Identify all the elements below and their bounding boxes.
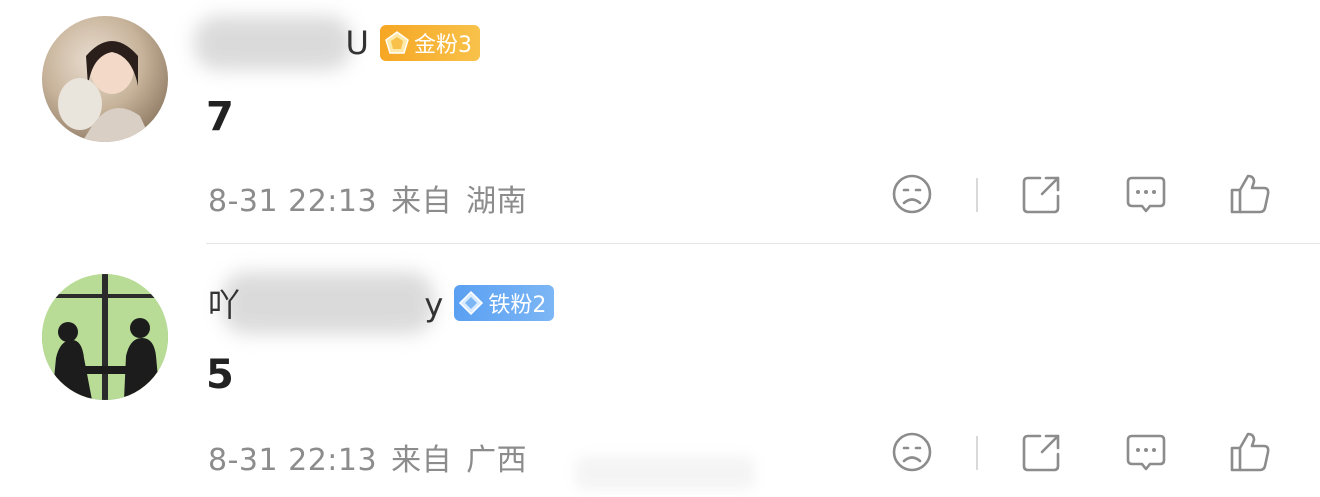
avatar-photo [42, 274, 168, 400]
like-icon [1230, 432, 1270, 472]
comment-icon [1126, 176, 1166, 213]
comment-item: XXXXXXU 金粉3 7 8-31 22:13 来自湖南 [0, 0, 1320, 245]
fan-badge[interactable]: 金粉3 [379, 25, 480, 61]
avatar[interactable] [42, 16, 168, 142]
share-icon [1022, 176, 1060, 214]
name-row: XXXXXXU 金粉3 [194, 16, 480, 70]
username[interactable]: XXXXXXU [194, 16, 370, 70]
comment-button[interactable] [1124, 430, 1168, 474]
comment-text: 7 [206, 94, 234, 140]
location: 广西 [466, 443, 528, 478]
avatar-photo [58, 41, 152, 142]
comment-icon [1126, 434, 1166, 471]
share-button[interactable] [1020, 172, 1064, 216]
action-separator [976, 436, 978, 470]
location: 湖南 [466, 184, 528, 219]
fan-badge[interactable]: 铁粉2 [454, 285, 555, 321]
blurred-overlay [575, 456, 755, 490]
comment-text: 5 [206, 352, 234, 398]
username-redaction [222, 272, 435, 334]
share-icon [1022, 434, 1060, 472]
badge-label: 铁粉2 [488, 293, 547, 318]
comment-item: 吖XXXXXXXXy 铁粉2 5 8-31 22:13 来自广西 [0, 260, 1320, 497]
comment-meta: 8-31 22:13 来自 湖南 [208, 176, 527, 220]
like-button[interactable] [1228, 430, 1272, 474]
username-redaction [194, 16, 352, 70]
comment-meta: 8-31 22:13 来自 广西 [208, 435, 527, 479]
pentagon-gem-icon [385, 31, 409, 54]
avatar[interactable] [42, 274, 168, 400]
dislike-button[interactable] [890, 430, 934, 474]
badge-label: 金粉3 [413, 33, 472, 58]
like-button[interactable] [1228, 172, 1272, 216]
action-separator [976, 178, 978, 212]
username[interactable]: 吖XXXXXXXXy [208, 272, 444, 334]
timestamp: 8-31 22:13 [208, 184, 378, 219]
name-row: 吖XXXXXXXXy 铁粉2 [208, 272, 555, 334]
dislike-button[interactable] [890, 172, 934, 216]
dislike-face-icon [892, 174, 932, 214]
from-label: 来自 [391, 443, 453, 478]
share-button[interactable] [1020, 430, 1064, 474]
like-icon [1230, 174, 1270, 214]
diamond-gem-icon [459, 290, 484, 316]
from-label: 来自 [391, 184, 453, 219]
timestamp: 8-31 22:13 [208, 443, 378, 478]
comment-divider [206, 243, 1320, 244]
dislike-face-icon [892, 432, 932, 472]
comment-button[interactable] [1124, 172, 1168, 216]
